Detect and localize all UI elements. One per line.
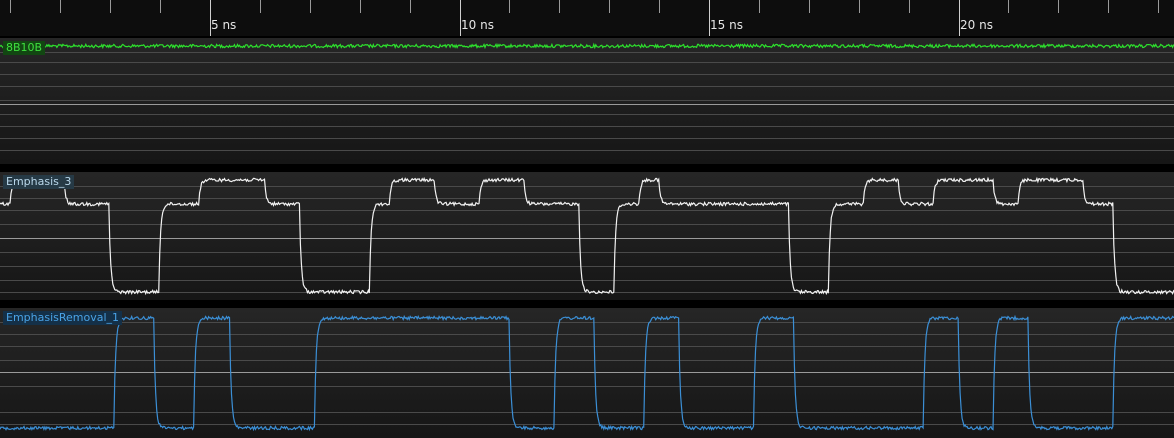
channel-lane-emphasis-removal-1[interactable]: EmphasisRemoval_1 <box>0 308 1174 438</box>
ruler-minor-tick <box>410 0 411 13</box>
ruler-major-tick <box>460 0 461 36</box>
ruler-minor-tick <box>759 0 760 13</box>
ruler-minor-tick <box>859 0 860 13</box>
waveform-emphasis-3 <box>0 172 1174 300</box>
ruler-minor-tick <box>10 0 11 13</box>
ruler-minor-tick <box>110 0 111 13</box>
ruler-minor-tick <box>60 0 61 13</box>
ruler-minor-tick <box>310 0 311 13</box>
time-ruler[interactable]: 5 ns 10 ns 15 ns 20 ns <box>0 0 1174 36</box>
channel-lane-8b10b[interactable]: 8B10B <box>0 38 1174 164</box>
waveform-8b10b <box>0 38 1174 164</box>
ruler-minor-tick <box>1008 0 1009 13</box>
ruler-minor-tick <box>559 0 560 13</box>
channel-label-emphasis-removal-1[interactable]: EmphasisRemoval_1 <box>3 311 123 325</box>
ruler-minor-tick <box>1158 0 1159 13</box>
ruler-major-tick <box>210 0 211 36</box>
ruler-label-10ns: 10 ns <box>461 18 494 32</box>
ruler-label-5ns: 5 ns <box>211 18 237 32</box>
ruler-minor-tick <box>360 0 361 13</box>
ruler-minor-tick <box>260 0 261 13</box>
ruler-minor-tick <box>1108 0 1109 13</box>
ruler-minor-tick <box>659 0 660 13</box>
channel-label-emphasis-3[interactable]: Emphasis_3 <box>3 175 75 189</box>
ruler-major-tick <box>709 0 710 36</box>
ruler-minor-tick <box>160 0 161 13</box>
ruler-minor-tick <box>509 0 510 13</box>
channel-lane-emphasis-3[interactable]: Emphasis_3 <box>0 172 1174 300</box>
ruler-minor-tick <box>909 0 910 13</box>
ruler-major-tick <box>959 0 960 36</box>
ruler-minor-tick <box>609 0 610 13</box>
channel-label-8b10b[interactable]: 8B10B <box>3 41 46 55</box>
waveform-emphasis-removal-1 <box>0 308 1174 438</box>
ruler-minor-tick <box>1058 0 1059 13</box>
ruler-minor-tick <box>809 0 810 13</box>
waveform-viewer: 5 ns 10 ns 15 ns 20 ns 8B10B Emphasis_3 … <box>0 0 1174 438</box>
ruler-label-15ns: 15 ns <box>710 18 743 32</box>
ruler-label-20ns: 20 ns <box>960 18 993 32</box>
